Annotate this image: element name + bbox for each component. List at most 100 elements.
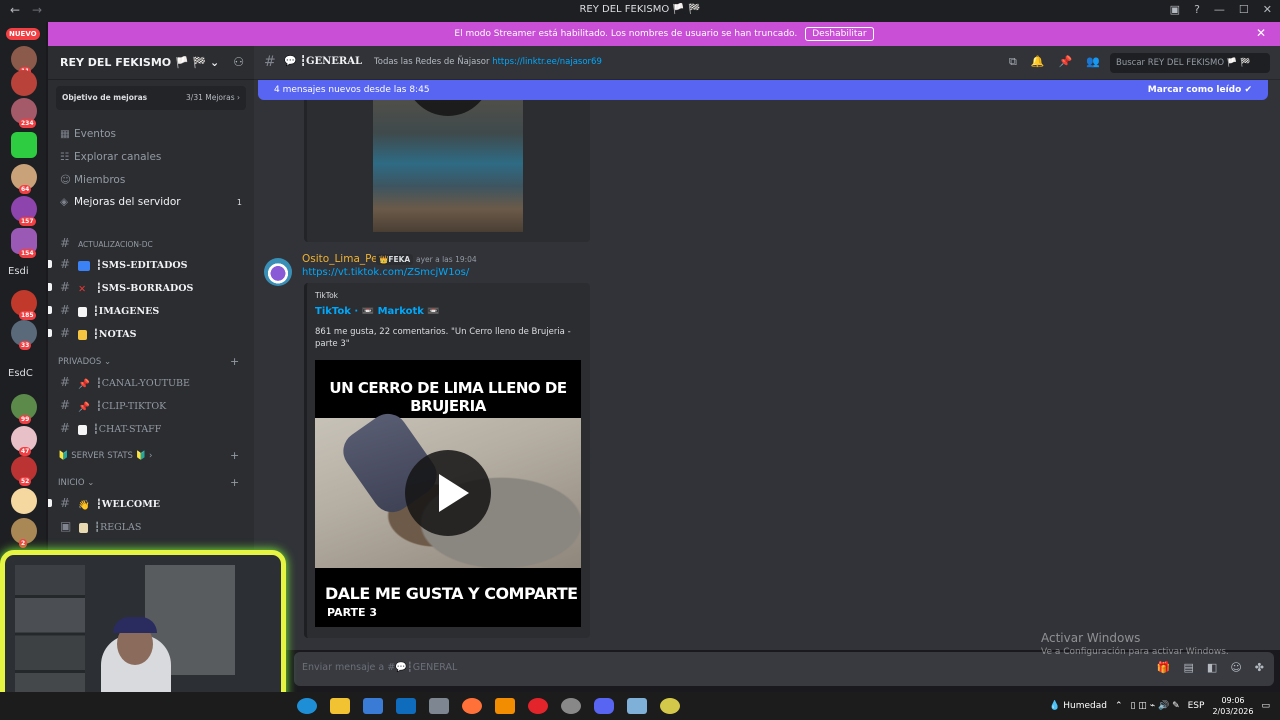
opera-icon[interactable]	[528, 698, 548, 714]
nav-members[interactable]: ☺ Miembros	[60, 174, 125, 186]
notification-icon[interactable]: ▭	[1261, 701, 1270, 711]
channel-sms-borrados[interactable]: # ✕ ┇SMS-BORRADOS	[60, 280, 193, 295]
server-header[interactable]: REY DEL FEKISMO 🏳️ 🏁 ⌄ ⚇	[48, 46, 254, 80]
avatar[interactable]	[264, 258, 292, 286]
weather-widget[interactable]: 💧 Humedad	[1049, 701, 1107, 711]
clock[interactable]: 09:06 2/03/2026	[1212, 695, 1253, 717]
pin-icon[interactable]: 📌	[1059, 55, 1073, 69]
app-icon[interactable]	[660, 698, 680, 714]
hash-icon: #	[60, 421, 71, 435]
blue-emoji-icon	[78, 260, 91, 271]
video-caption-bottom: DALE ME GUSTA Y COMPARTE PARTE 3	[315, 568, 581, 627]
channel-welcome[interactable]: # 👋 ┇WELCOME	[60, 496, 160, 511]
outlook-icon[interactable]	[396, 698, 416, 714]
app-icon[interactable]	[561, 698, 581, 714]
add-channel-icon[interactable]: +	[230, 449, 239, 462]
firefox-icon[interactable]	[462, 698, 482, 714]
server-name[interactable]: REY DEL FEKISMO 🏳️ 🏁 ⌄	[60, 56, 219, 69]
edge-icon[interactable]	[297, 698, 317, 714]
hash-icon: #	[60, 303, 71, 317]
mark-as-read-button[interactable]: Marcar como leído ✔	[1148, 85, 1252, 95]
server-icon[interactable]: 185	[11, 290, 37, 320]
maximize-button[interactable]: ☐	[1239, 3, 1249, 16]
channel-reglas[interactable]: ▣ ┇REGLAS	[60, 519, 141, 533]
server-icon[interactable]: 64	[11, 164, 37, 194]
member-list-icon[interactable]: 👥	[1086, 55, 1100, 69]
mark-read-icon: ✔	[1244, 85, 1252, 95]
discord-icon[interactable]	[594, 698, 614, 714]
server-text-icon[interactable]: Esdi	[8, 266, 40, 277]
tray-icons[interactable]: ▯ ◫ ⌁ 🔊 ✎	[1131, 701, 1180, 711]
emoji-icon[interactable]: ☺	[1230, 661, 1241, 674]
channel-imagenes[interactable]: # ┇IMAGENES	[60, 303, 159, 317]
channel-topic[interactable]: Todas las Redes de Ñajasor https://linkt…	[374, 57, 602, 67]
file-explorer-icon[interactable]	[330, 698, 350, 714]
server-icon[interactable]: 154	[11, 228, 37, 258]
channel-notas[interactable]: # ┇NOTAS	[60, 326, 137, 340]
minimize-button[interactable]: —	[1214, 3, 1225, 16]
help-icon[interactable]: ?	[1194, 3, 1200, 16]
gift-icon[interactable]: 🎁	[1157, 661, 1171, 674]
category-inicio[interactable]: INICIO ⌄ +	[58, 476, 239, 489]
nav-browse-channels[interactable]: ☷ Explorar canales	[60, 151, 161, 163]
tray-chevron-icon[interactable]: ⌃	[1115, 701, 1123, 711]
gif-icon[interactable]: ▤	[1184, 661, 1194, 674]
note-emoji-icon	[78, 329, 88, 340]
disable-streamer-button[interactable]: Deshabilitar	[805, 27, 874, 41]
server-icon[interactable]	[11, 488, 37, 514]
embed-author[interactable]: TikTok · 📼 Markotk 📼	[315, 306, 440, 317]
nav-events[interactable]: ▦ Eventos	[60, 128, 116, 140]
apps-icon[interactable]: ✤	[1255, 661, 1264, 674]
sticker-icon[interactable]: ◧	[1207, 661, 1217, 674]
add-user-icon[interactable]: ⚇	[233, 55, 244, 69]
wave-emoji-icon: 👋	[78, 499, 90, 511]
message-author[interactable]: Osito_Lima_Pe	[302, 253, 378, 265]
server-icon[interactable]: 157	[11, 196, 37, 226]
channel-name: 💬 ┇GENERAL	[284, 56, 362, 67]
bell-icon[interactable]: 🔔	[1031, 55, 1045, 69]
server-icon[interactable]	[11, 70, 37, 96]
app-icon[interactable]	[429, 698, 449, 714]
server-icon[interactable]: 47	[11, 426, 37, 456]
nuevo-badge[interactable]: NUEVO	[6, 28, 40, 40]
server-icon[interactable]: 52	[11, 456, 37, 486]
threads-icon[interactable]: ⧉	[1009, 55, 1017, 69]
title-bar: ← → REY DEL FEKISMO 🏳️ 🏁 ▣ ? — ☐ ✕	[0, 0, 1280, 22]
language-indicator[interactable]: ESP	[1188, 701, 1205, 711]
channel-clip-tiktok[interactable]: # 📌 ┇CLIP-TIKTOK	[60, 398, 166, 413]
boost-icon: ◈	[60, 196, 69, 208]
nav-server-boosts[interactable]: ◈ Mejoras del servidor	[60, 196, 181, 208]
message-input[interactable]: Enviar mensaje a #💬┇GENERAL 🎁 ▤ ◧ ☺ ✤	[294, 652, 1274, 686]
server-icon[interactable]: 234	[11, 98, 37, 128]
server-text-icon[interactable]: EsdC	[8, 368, 40, 379]
message-link[interactable]: https://vt.tiktok.com/ZSmcjW1os/	[302, 267, 469, 278]
app-icon[interactable]	[627, 698, 647, 714]
boost-goal[interactable]: Objetivo de mejoras 3/31 Mejoras ›	[56, 86, 246, 110]
category-privados[interactable]: PRIVADOS ⌄ +	[58, 355, 239, 368]
topic-link[interactable]: https://linktr.ee/najasor69	[492, 57, 602, 67]
channel-sms-editados[interactable]: # ┇SMS-EDITADOS	[60, 257, 188, 271]
category-actualizacion[interactable]: # ACTUALIZACION-DC	[60, 236, 153, 250]
add-channel-icon[interactable]: +	[230, 355, 239, 368]
video-thumbnail[interactable]: UN CERRO DE LIMA LLENO DE BRUJERIA DALE …	[315, 360, 581, 627]
close-button[interactable]: ✕	[1263, 3, 1272, 16]
server-icon[interactable]: 33	[11, 320, 37, 350]
server-icon[interactable]	[11, 132, 37, 158]
store-icon[interactable]	[363, 698, 383, 714]
category-server-stats[interactable]: 🔰 SERVER STATS 🔰 › +	[58, 449, 239, 462]
channel-canal-youtube[interactable]: # 📌 ┇CANAL-YOUTUBE	[60, 375, 190, 390]
new-messages-bar[interactable]: 4 mensajes nuevos desde las 8:45 Marcar …	[258, 80, 1268, 100]
chat-area[interactable]: Osito_Lima_Pe 👑FEKA ayer a las 19:04 htt…	[254, 80, 1280, 650]
hash-icon: #	[60, 257, 71, 271]
video-thumbnail[interactable]	[373, 80, 523, 232]
server-icon[interactable]: 2	[11, 518, 37, 548]
search-input[interactable]: Buscar REY DEL FEKISMO 🏳️ 🏁	[1110, 53, 1270, 73]
add-channel-icon[interactable]: +	[230, 476, 239, 489]
vlc-icon[interactable]	[495, 698, 515, 714]
inbox-icon[interactable]: ▣	[1170, 3, 1180, 16]
server-icon[interactable]: 11	[11, 46, 37, 76]
play-icon[interactable]	[405, 450, 491, 536]
server-icon[interactable]: 99	[11, 394, 37, 424]
close-icon[interactable]: ✕	[1256, 26, 1266, 40]
channel-chat-staff[interactable]: # ┇CHAT-STAFF	[60, 421, 161, 435]
